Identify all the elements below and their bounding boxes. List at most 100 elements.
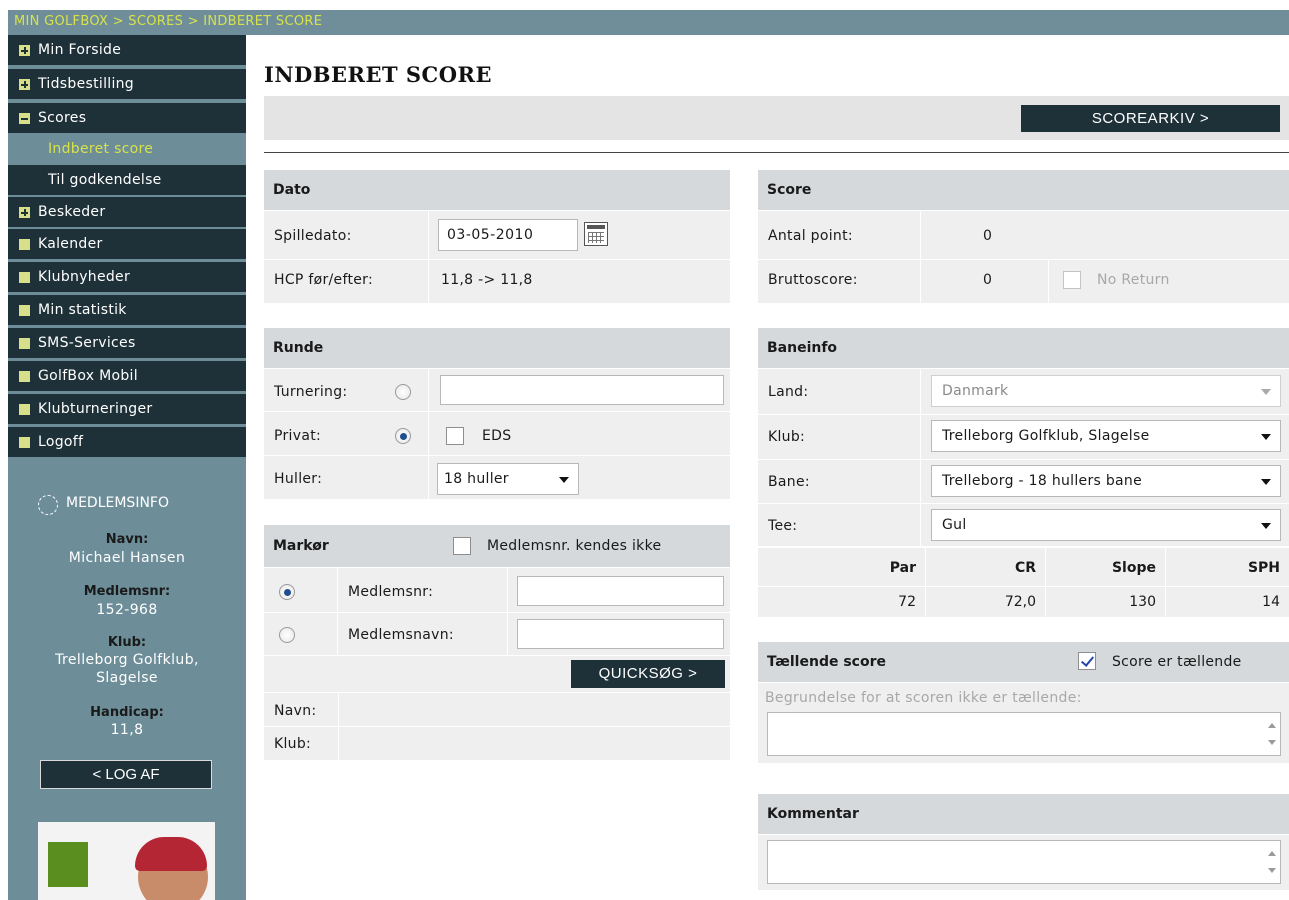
nav-logoff[interactable]: Logoff: [8, 427, 246, 457]
nav-kalender[interactable]: Kalender: [8, 229, 246, 259]
markoer-title: Markør: [273, 538, 329, 554]
chevron-down-icon: [559, 477, 569, 483]
huller-value: 18 huller: [444, 471, 509, 487]
nav-label: Klubturneringer: [38, 401, 153, 417]
klub-select[interactable]: Trelleborg Golfklub, Slagelse: [931, 420, 1281, 452]
nav-golfbox-mobil[interactable]: GolfBox Mobil: [8, 361, 246, 391]
huller-select[interactable]: 18 huller: [437, 463, 579, 495]
hcp-label: HCP før/efter:: [274, 272, 373, 288]
klub-value: Trelleborg Golfklub, Slagelse: [942, 428, 1150, 444]
member-handicap-label: Handicap:: [90, 705, 164, 720]
member-name: Michael Hansen: [68, 550, 186, 566]
turnering-label: Turnering:: [274, 384, 348, 400]
kommentar-heading: Kommentar: [758, 794, 1289, 834]
medlemsnr-unknown-checkbox[interactable]: [453, 537, 471, 555]
expand-icon: [19, 207, 30, 218]
nav-tidsbestilling[interactable]: Tidsbestilling: [8, 69, 246, 99]
member-number: 152-968: [96, 602, 158, 618]
medlemsnr-radio[interactable]: [279, 584, 295, 600]
sph-header: SPH: [1247, 560, 1280, 576]
taellende-title: Tællende score: [767, 654, 886, 670]
land-label: Land:: [768, 384, 809, 400]
nav-klubnyheder[interactable]: Klubnyheder: [8, 262, 246, 292]
huller-label: Huller:: [274, 471, 323, 487]
bullet-icon: [19, 404, 30, 415]
advertisement-banner[interactable]: [38, 822, 215, 900]
nav-label: Klubnyheder: [38, 269, 131, 285]
turnering-input[interactable]: [440, 375, 724, 405]
medlemsnavn-radio[interactable]: [279, 627, 295, 643]
nav-min-forside[interactable]: Min Forside: [8, 35, 246, 65]
nav-til-godkendelse[interactable]: Til godkendelse: [8, 165, 246, 195]
tee-value: Gul: [942, 517, 967, 533]
bane-select[interactable]: Trelleborg - 18 hullers bane: [931, 465, 1281, 497]
breadcrumb[interactable]: MIN GOLFBOX > SCORES > INDBERET SCORE: [8, 10, 1289, 35]
no-return-checkbox[interactable]: [1063, 271, 1081, 289]
member-number-label: Medlemsnr:: [83, 584, 171, 599]
markoer-navn-row: [264, 693, 730, 726]
bullet-icon: [19, 338, 30, 349]
golfer-cap-image: [135, 837, 207, 871]
bullet-icon: [19, 272, 30, 283]
no-return-label: No Return: [1097, 272, 1170, 288]
scrollbar[interactable]: [1264, 841, 1280, 883]
member-name-label: Navn:: [105, 532, 149, 547]
scroll-down-icon[interactable]: [1268, 868, 1276, 873]
quicksog-button[interactable]: QUICKSØG >: [571, 660, 725, 688]
bullet-icon: [19, 239, 30, 250]
par-header: Par: [889, 560, 916, 576]
cr-header: CR: [1014, 560, 1036, 576]
hcp-value: 11,8 -> 11,8: [441, 272, 533, 288]
spilledato-label: Spilledato:: [274, 228, 352, 244]
sph-value: 14: [1262, 594, 1280, 610]
klub-label: Klub:: [768, 429, 806, 445]
nav-indberet-score[interactable]: Indberet score: [8, 135, 246, 163]
nav-label: Tidsbestilling: [38, 76, 134, 92]
scroll-up-icon[interactable]: [1268, 723, 1276, 728]
turnering-radio[interactable]: [395, 384, 411, 400]
logout-button[interactable]: < LOG AF: [40, 760, 212, 789]
tee-select[interactable]: Gul: [931, 509, 1281, 541]
runde-heading: Runde: [264, 328, 730, 368]
scroll-down-icon[interactable]: [1268, 740, 1276, 745]
medlemsnavn-input[interactable]: [517, 619, 724, 649]
chevron-down-icon: [1261, 479, 1271, 485]
nav-klubturneringer[interactable]: Klubturneringer: [8, 394, 246, 424]
bruttoscore-value: 0: [983, 272, 993, 288]
score-taellende-label: Score er tællende: [1112, 654, 1242, 670]
bane-value: Trelleborg - 18 hullers bane: [942, 473, 1143, 489]
land-select[interactable]: Danmark: [931, 375, 1281, 407]
scroll-up-icon[interactable]: [1268, 851, 1276, 856]
bullet-icon: [19, 437, 30, 448]
member-club-label: Klub:: [107, 635, 147, 650]
tee-label: Tee:: [768, 518, 798, 534]
cr-value: 72,0: [1004, 594, 1036, 610]
bullet-icon: [19, 371, 30, 382]
scrollbar[interactable]: [1264, 713, 1280, 755]
nav-min-statistik[interactable]: Min statistik: [8, 295, 246, 325]
medlemsnr-unknown-label: Medlemsnr. kendes ikke: [487, 538, 662, 554]
privat-label: Privat:: [274, 428, 322, 444]
medlemsnr-input[interactable]: [517, 576, 724, 606]
privat-radio[interactable]: [395, 428, 411, 444]
markoer-klub-label: Klub:: [274, 736, 312, 752]
markoer-navn-label: Navn:: [274, 703, 317, 719]
score-archive-button[interactable]: SCOREARKIV >: [1021, 105, 1280, 132]
begrundelse-textarea[interactable]: [767, 712, 1281, 756]
baneinfo-heading: Baneinfo: [758, 328, 1289, 368]
antal-point-label: Antal point:: [768, 228, 853, 244]
nav-sms-services[interactable]: SMS-Services: [8, 328, 246, 358]
calendar-icon[interactable]: [584, 222, 608, 246]
eds-checkbox[interactable]: [446, 427, 464, 445]
eds-label: EDS: [482, 428, 512, 444]
kommentar-textarea[interactable]: [767, 840, 1281, 884]
score-taellende-checkbox[interactable]: [1078, 652, 1096, 670]
bullet-icon: [19, 305, 30, 316]
medlemsnavn-label: Medlemsnavn:: [348, 627, 454, 643]
nav-label: Beskeder: [38, 204, 106, 220]
nav-scores[interactable]: Scores: [8, 103, 246, 133]
nav-beskeder[interactable]: Beskeder: [8, 197, 246, 227]
member-info-heading: MEDLEMSINFO: [66, 495, 169, 511]
slope-value: 130: [1129, 594, 1156, 610]
spilledato-input[interactable]: 03-05-2010: [438, 219, 578, 251]
